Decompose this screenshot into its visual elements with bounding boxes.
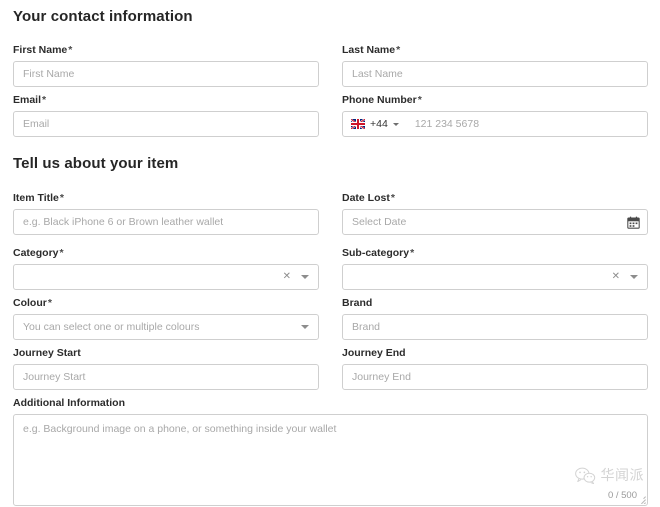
label-date-lost: Date Lost* bbox=[342, 192, 648, 204]
country-code-selector[interactable]: +44 bbox=[343, 111, 399, 137]
field-date-lost: Date Lost* Select Date bbox=[342, 192, 648, 235]
field-email: Email* Email bbox=[13, 94, 319, 137]
required-marker: * bbox=[59, 192, 64, 204]
additional-information-textarea[interactable]: e.g. Background image on a phone, or som… bbox=[13, 414, 648, 506]
chevron-down-icon[interactable] bbox=[630, 275, 638, 279]
label-date-lost-text: Date Lost bbox=[342, 192, 390, 204]
section-heading-item: Tell us about your item bbox=[13, 155, 179, 172]
chevron-down-icon[interactable] bbox=[301, 275, 309, 279]
colour-placeholder: You can select one or multiple colours bbox=[23, 321, 200, 333]
label-brand-text: Brand bbox=[342, 297, 373, 309]
date-lost-input[interactable]: Select Date bbox=[342, 209, 648, 235]
label-additional-information: Additional Information bbox=[13, 397, 648, 409]
field-brand: Brand Brand bbox=[342, 297, 648, 340]
label-colour-text: Colour bbox=[13, 297, 47, 309]
required-marker: * bbox=[396, 44, 401, 56]
label-email: Email* bbox=[13, 94, 319, 106]
brand-placeholder: Brand bbox=[352, 321, 381, 333]
resize-handle[interactable] bbox=[636, 494, 646, 504]
brand-input[interactable]: Brand bbox=[342, 314, 648, 340]
date-lost-placeholder: Select Date bbox=[352, 216, 407, 228]
required-marker: * bbox=[59, 247, 64, 259]
clear-icon[interactable]: ✕ bbox=[612, 272, 620, 282]
first-name-placeholder: First Name bbox=[23, 68, 75, 80]
item-title-placeholder: e.g. Black iPhone 6 or Brown leather wal… bbox=[23, 216, 224, 228]
field-category: Category* ✕ bbox=[13, 247, 319, 290]
journey-start-input[interactable]: Journey Start bbox=[13, 364, 319, 390]
journey-end-placeholder: Journey End bbox=[352, 371, 411, 383]
field-phone-number: Phone Number* +44 121 234 5678 bbox=[342, 94, 648, 137]
required-marker: * bbox=[410, 247, 415, 259]
dial-code-value: +44 bbox=[370, 118, 388, 130]
field-last-name: Last Name* Last Name bbox=[342, 44, 648, 87]
label-sub-category-text: Sub-category bbox=[342, 247, 410, 259]
label-item-title-text: Item Title bbox=[13, 192, 59, 204]
label-first-name-text: First Name bbox=[13, 44, 68, 56]
field-additional-information: Additional Information e.g. Background i… bbox=[13, 397, 648, 506]
field-colour: Colour* You can select one or multiple c… bbox=[13, 297, 319, 340]
label-category-text: Category bbox=[13, 247, 59, 259]
category-select[interactable]: ✕ bbox=[13, 264, 319, 290]
label-journey-end: Journey End bbox=[342, 347, 648, 359]
label-additional-information-text: Additional Information bbox=[13, 397, 125, 409]
field-journey-end: Journey End Journey End bbox=[342, 347, 648, 390]
phone-number-placeholder: 121 234 5678 bbox=[414, 118, 480, 130]
category-adornments: ✕ bbox=[283, 272, 318, 282]
required-marker: * bbox=[42, 94, 47, 106]
email-input[interactable]: Email bbox=[13, 111, 319, 137]
sub-category-adornments: ✕ bbox=[612, 272, 647, 282]
additional-information-placeholder: e.g. Background image on a phone, or som… bbox=[23, 423, 337, 435]
label-colour: Colour* bbox=[13, 297, 319, 309]
label-journey-end-text: Journey End bbox=[342, 347, 406, 359]
required-marker: * bbox=[417, 94, 422, 106]
field-item-title: Item Title* e.g. Black iPhone 6 or Brown… bbox=[13, 192, 319, 235]
colour-select[interactable]: You can select one or multiple colours bbox=[13, 314, 319, 340]
clear-icon[interactable]: ✕ bbox=[283, 272, 291, 282]
required-marker: * bbox=[390, 192, 395, 204]
label-brand: Brand bbox=[342, 297, 648, 309]
label-phone-number-text: Phone Number bbox=[342, 94, 417, 106]
label-first-name: First Name* bbox=[13, 44, 319, 56]
sub-category-select[interactable]: ✕ bbox=[342, 264, 648, 290]
label-category: Category* bbox=[13, 247, 319, 259]
label-journey-start: Journey Start bbox=[13, 347, 319, 359]
lost-property-form-page: Your contact information First Name* Fir… bbox=[0, 0, 660, 507]
colour-adornments bbox=[301, 325, 318, 329]
field-journey-start: Journey Start Journey Start bbox=[13, 347, 319, 390]
label-sub-category: Sub-category* bbox=[342, 247, 648, 259]
required-marker: * bbox=[47, 297, 52, 309]
label-email-text: Email bbox=[13, 94, 42, 106]
section-heading-contact: Your contact information bbox=[13, 8, 193, 25]
uk-flag-icon bbox=[351, 119, 365, 129]
phone-number-input[interactable]: +44 121 234 5678 bbox=[342, 111, 648, 137]
calendar-icon[interactable] bbox=[627, 216, 640, 229]
label-journey-start-text: Journey Start bbox=[13, 347, 81, 359]
field-first-name: First Name* First Name bbox=[13, 44, 319, 87]
item-title-input[interactable]: e.g. Black iPhone 6 or Brown leather wal… bbox=[13, 209, 319, 235]
journey-end-input[interactable]: Journey End bbox=[342, 364, 648, 390]
character-counter: 0 / 500 bbox=[607, 490, 637, 501]
chevron-down-icon[interactable] bbox=[301, 325, 309, 329]
label-last-name: Last Name* bbox=[342, 44, 648, 56]
last-name-placeholder: Last Name bbox=[352, 68, 403, 80]
required-marker: * bbox=[68, 44, 73, 56]
email-placeholder: Email bbox=[23, 118, 50, 130]
first-name-input[interactable]: First Name bbox=[13, 61, 319, 87]
label-last-name-text: Last Name bbox=[342, 44, 396, 56]
label-phone-number: Phone Number* bbox=[342, 94, 648, 106]
label-item-title: Item Title* bbox=[13, 192, 319, 204]
journey-start-placeholder: Journey Start bbox=[23, 371, 86, 383]
field-sub-category: Sub-category* ✕ bbox=[342, 247, 648, 290]
last-name-input[interactable]: Last Name bbox=[342, 61, 648, 87]
